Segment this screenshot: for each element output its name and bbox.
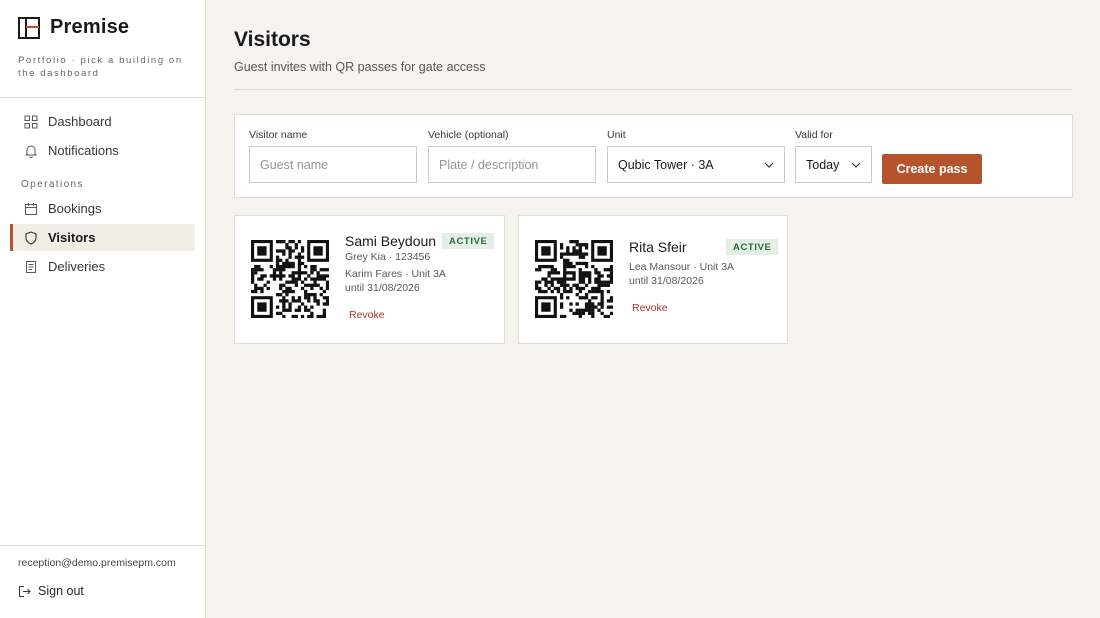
vehicle-label: Vehicle (optional) bbox=[428, 129, 509, 141]
valid-for-select[interactable]: Today bbox=[795, 146, 872, 183]
sign-out-label: Sign out bbox=[38, 584, 84, 598]
sidebar-section-operations: Operations bbox=[21, 179, 84, 190]
chevron-down-icon bbox=[764, 162, 774, 168]
vehicle-info: Grey Kia · 123456 bbox=[345, 251, 431, 263]
brand-subtitle: Portfolio · pick a building on the dashb… bbox=[18, 55, 183, 79]
sidebar-item-visitors[interactable]: Visitors bbox=[10, 224, 195, 251]
receipt-icon bbox=[26, 260, 36, 273]
create-pass-button[interactable]: Create pass bbox=[882, 154, 982, 184]
unit-select[interactable]: Qubic Tower · 3A bbox=[607, 146, 785, 183]
valid-until: until 31/08/2026 bbox=[345, 282, 420, 294]
header-divider bbox=[234, 89, 1072, 90]
sidebar-item-label: Visitors bbox=[48, 230, 96, 245]
shield-icon bbox=[25, 230, 37, 245]
unit-select-value: Qubic Tower · 3A bbox=[618, 157, 714, 172]
revoke-button[interactable]: Revoke bbox=[632, 302, 668, 314]
chevron-down-icon bbox=[851, 162, 861, 168]
visitor-pass-card: Rita Sfeir ACTIVE Lea Mansour · Unit 3A … bbox=[518, 215, 788, 344]
sidebar-item-notifications[interactable]: Notifications bbox=[10, 137, 195, 164]
page-title: Visitors bbox=[234, 28, 311, 51]
valid-for-value: Today bbox=[806, 157, 840, 172]
visitor-name-label: Visitor name bbox=[249, 129, 308, 141]
grid-icon bbox=[24, 115, 38, 128]
sidebar: Premise Portfolio · pick a building on t… bbox=[0, 0, 206, 618]
sidebar-item-label: Deliveries bbox=[48, 259, 106, 274]
brand-name: Premise bbox=[50, 16, 130, 38]
revoke-button[interactable]: Revoke bbox=[349, 309, 385, 321]
sidebar-item-bookings[interactable]: Bookings bbox=[10, 195, 195, 222]
valid-until: until 31/08/2026 bbox=[629, 275, 704, 287]
guest-name: Sami Beydoun bbox=[345, 233, 437, 249]
sign-out-button[interactable]: Sign out bbox=[18, 584, 84, 598]
premise-logo-icon bbox=[18, 16, 40, 39]
qr-code-icon bbox=[251, 240, 329, 318]
status-badge: ACTIVE bbox=[726, 239, 779, 255]
qr-code-icon bbox=[535, 240, 613, 318]
sidebar-item-dashboard[interactable]: Dashboard bbox=[10, 108, 195, 135]
unit-label: Unit bbox=[607, 129, 626, 141]
sidebar-item-label: Bookings bbox=[48, 201, 102, 216]
bell-icon bbox=[24, 145, 38, 158]
page-subtitle: Guest invites with QR passes for gate ac… bbox=[234, 60, 486, 74]
status-badge: ACTIVE bbox=[442, 233, 495, 249]
sidebar-item-deliveries[interactable]: Deliveries bbox=[10, 253, 195, 280]
calendar-icon bbox=[25, 202, 37, 215]
host-info: Karim Fares · Unit 3A bbox=[345, 268, 446, 280]
brand[interactable]: Premise bbox=[18, 16, 129, 39]
visitor-name-input[interactable] bbox=[249, 146, 417, 183]
sidebar-bottom-divider bbox=[0, 545, 205, 546]
account-email: reception@demo.premisepm.com bbox=[18, 557, 176, 569]
sign-out-icon bbox=[19, 585, 31, 597]
create-pass-form: Visitor name Vehicle (optional) Unit Qub… bbox=[234, 114, 1073, 198]
sidebar-item-label: Notifications bbox=[48, 143, 119, 158]
guest-name: Rita Sfeir bbox=[629, 239, 687, 255]
host-info: Lea Mansour · Unit 3A bbox=[629, 261, 735, 273]
vehicle-input[interactable] bbox=[428, 146, 596, 183]
sidebar-item-label: Dashboard bbox=[48, 114, 112, 129]
visitor-pass-card: Sami Beydoun ACTIVE Grey Kia · 123456 Ka… bbox=[234, 215, 505, 344]
valid-for-label: Valid for bbox=[795, 129, 833, 141]
sidebar-divider bbox=[0, 97, 205, 98]
